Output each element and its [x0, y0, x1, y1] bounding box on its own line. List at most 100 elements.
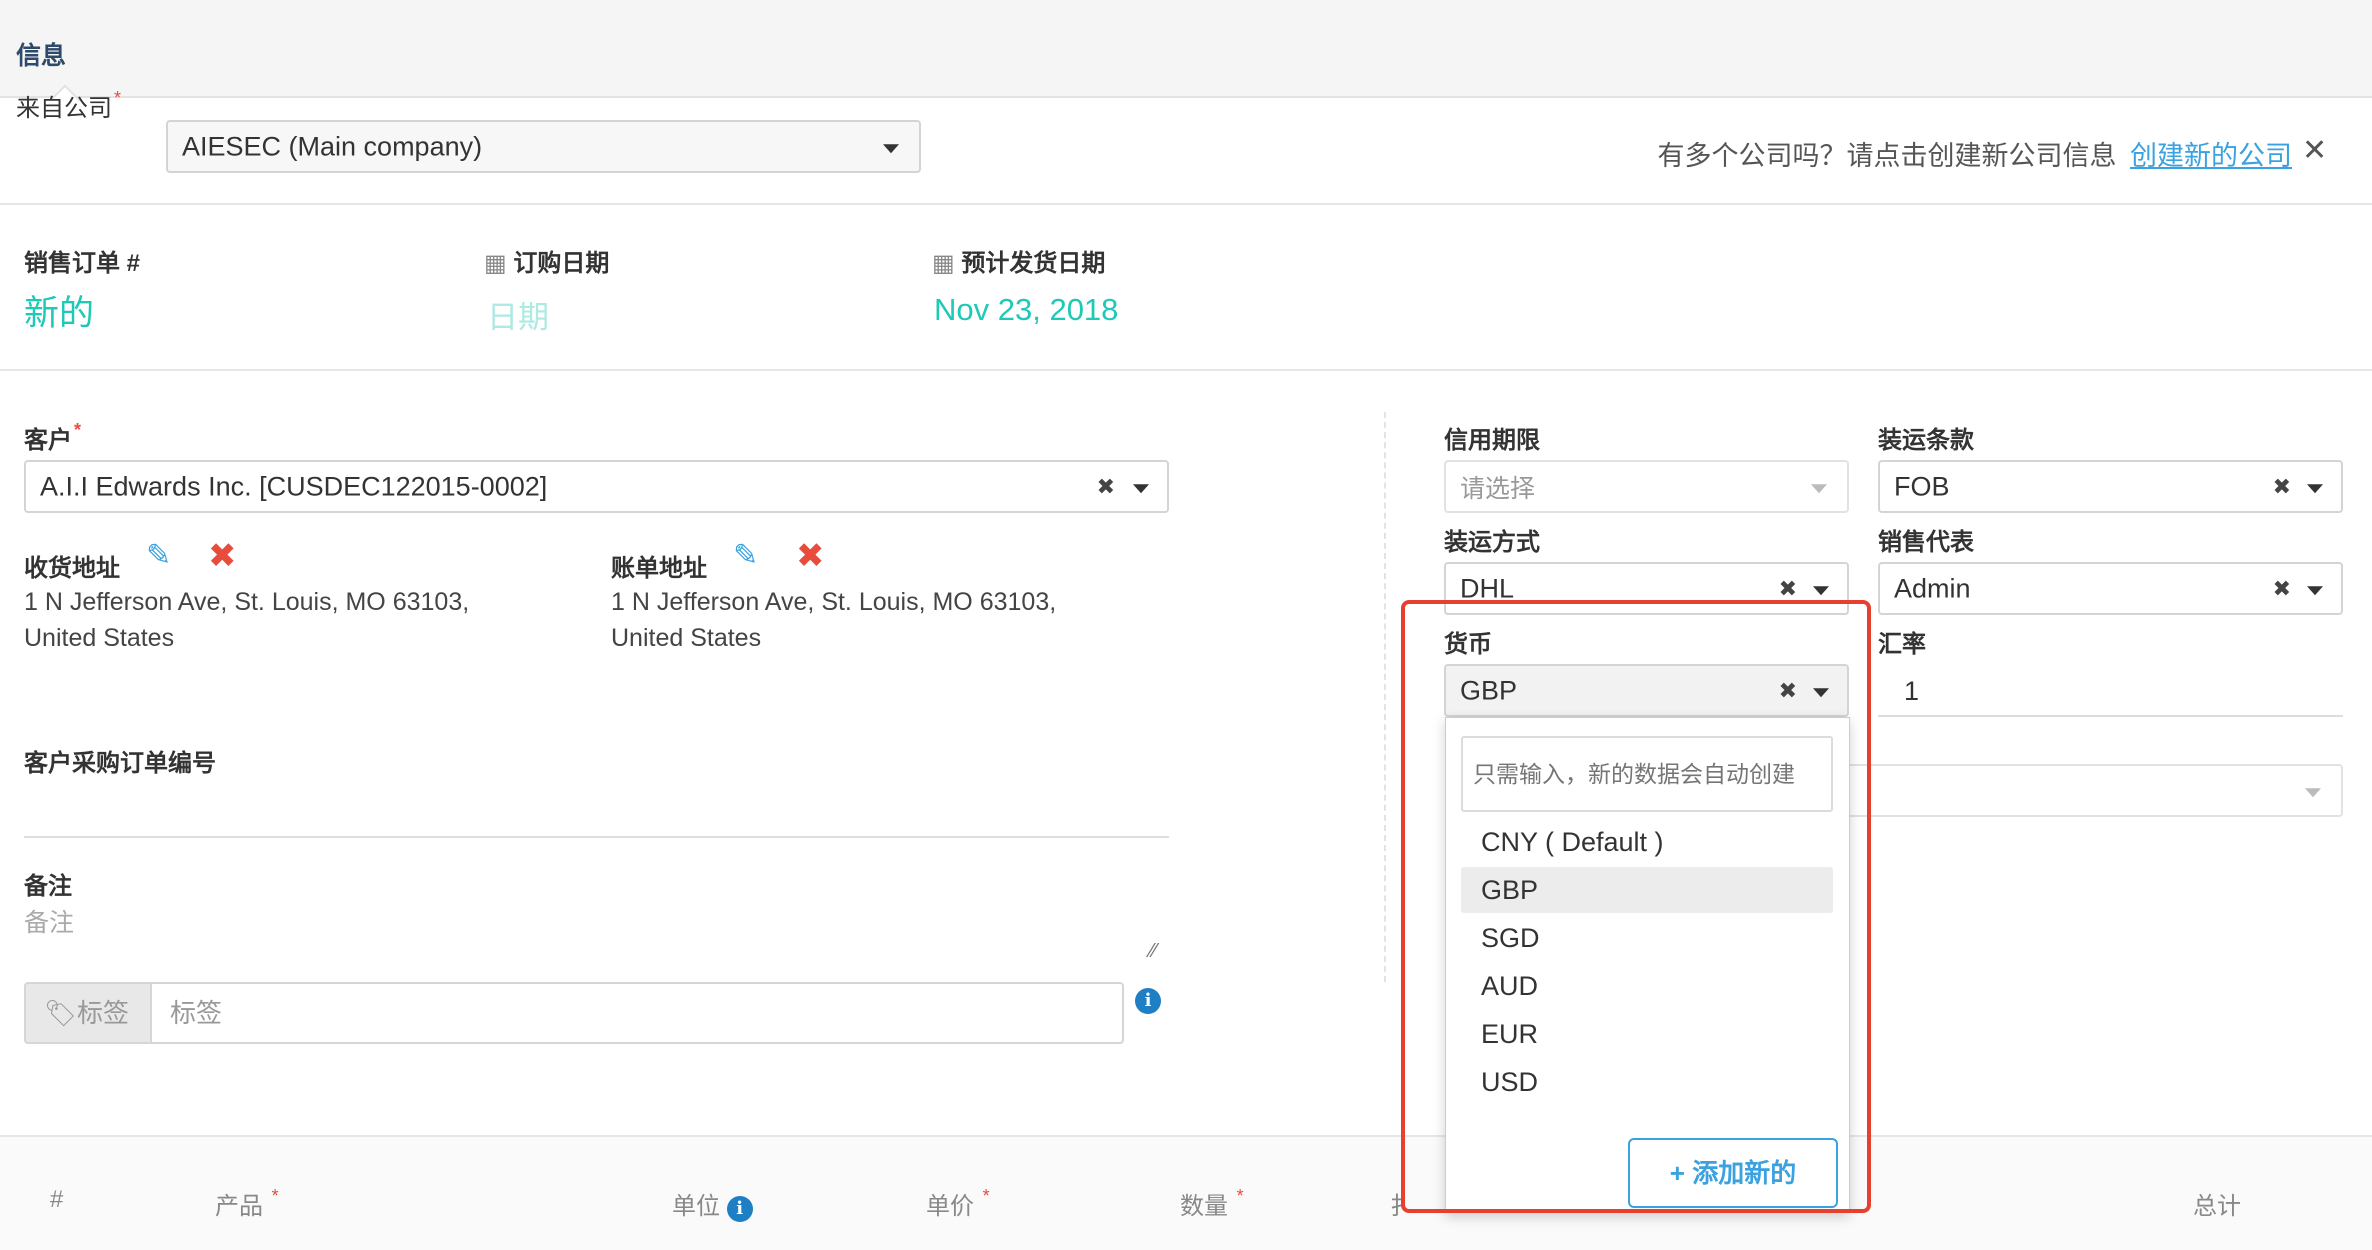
col-hash: # [50, 1186, 64, 1213]
required-mark: * [271, 1186, 279, 1206]
so-value: 新的 [24, 294, 95, 333]
ship-terms-select[interactable]: FOB ✖ [1878, 460, 2343, 513]
required-mark: * [1236, 1186, 1244, 1206]
shipping-address-label: 收货地址 [24, 555, 120, 582]
dropdown-search-input[interactable] [1463, 738, 1831, 810]
currency-select[interactable]: GBP ✖ [1444, 664, 1849, 717]
col-unit-text: 单位 [672, 1193, 720, 1220]
rate-label: 汇率 [1878, 631, 1926, 658]
option-aud[interactable]: AUD [1461, 963, 1833, 1009]
info-circle-icon: i [1135, 988, 1161, 1014]
customer-select-value: A.I.I Edwards Inc. [CUSDEC122015-0002] [40, 471, 548, 501]
required-mark: * [114, 88, 122, 108]
chevron-down-icon [883, 143, 899, 153]
column-divider [1384, 412, 1386, 982]
customer-select[interactable]: A.I.I Edwards Inc. [CUSDEC122015-0002] ✖ [24, 460, 1169, 513]
credit-select-placeholder: 请选择 [1460, 474, 1536, 503]
clear-icon[interactable]: ✖ [1779, 576, 1797, 602]
col-price: 单价 * [926, 1186, 990, 1221]
col-unit: 单位 i [672, 1186, 753, 1222]
ship-method-select[interactable]: DHL ✖ [1444, 562, 1849, 615]
chevron-down-icon [2307, 585, 2323, 595]
col-product-text: 产品 [215, 1193, 263, 1220]
additional-select[interactable] [1840, 764, 2343, 817]
clear-icon[interactable]: ✖ [2273, 576, 2291, 602]
option-sgd[interactable]: SGD [1461, 915, 1833, 961]
ship-terms-value: FOB [1894, 471, 1950, 501]
resize-handle-icon[interactable]: ⁄⁄ [1150, 940, 1157, 963]
company-hint: 有多个公司吗？请点击创建新公司信息 创建新的公司 [1657, 134, 2292, 173]
tags-addon: 🏷标签 [24, 982, 152, 1044]
order-date-label: ▦ 订购日期 [484, 243, 609, 278]
chevron-down-icon [2305, 787, 2321, 797]
rate-input[interactable]: 1 [1878, 664, 2343, 717]
add-new-button[interactable]: + 添加新的 [1628, 1138, 1838, 1208]
ship-date-input[interactable]: Nov 23, 2018 [934, 292, 1118, 328]
company-select[interactable]: AIESEC (Main company) [166, 120, 921, 173]
sales-rep-select[interactable]: Admin ✖ [1878, 562, 2343, 615]
ship-method-label: 装运方式 [1444, 529, 1540, 556]
edit-pencil-icon[interactable]: ✎ [733, 538, 758, 573]
option-cny[interactable]: CNY ( Default ) [1461, 819, 1833, 865]
col-discount: 扌 [1390, 1193, 1414, 1220]
shipping-address: 1 N Jefferson Ave, St. Louis, MO 63103, … [24, 584, 469, 656]
billing-address-label: 账单地址 [611, 555, 707, 582]
chevron-down-icon [1133, 483, 1149, 493]
col-price-text: 单价 [926, 1193, 974, 1220]
chevron-down-icon [1811, 483, 1827, 493]
company-hint-text: 有多个公司吗？请点击创建新公司信息 [1657, 141, 2117, 171]
dropdown-search[interactable] [1461, 736, 1833, 812]
company-label: 来自公司 * [16, 88, 121, 123]
order-date-label-text: 订购日期 [513, 250, 610, 277]
currency-value: GBP [1460, 675, 1518, 705]
credit-select[interactable]: 请选择 [1444, 460, 1849, 513]
customer-label: 客户 * [24, 420, 81, 455]
ship-date-label: ▦ 预计发货日期 [932, 243, 1105, 278]
top-tab-bar [0, 0, 2372, 98]
close-icon[interactable]: ✕ [2302, 133, 2327, 168]
tag-icon: 🏷 [44, 998, 78, 1028]
shipping-address-line1: 1 N Jefferson Ave, St. Louis, MO 63103, [24, 588, 470, 616]
required-mark: * [74, 420, 82, 440]
chevron-down-icon [1813, 585, 1829, 595]
option-usd[interactable]: USD [1461, 1059, 1833, 1105]
required-mark: * [982, 1186, 990, 1206]
clear-icon[interactable]: ✖ [1779, 678, 1797, 704]
shipping-address-line2: United States [24, 624, 175, 652]
ship-terms-label: 装运条款 [1878, 427, 1974, 454]
ship-method-value: DHL [1460, 573, 1515, 603]
tags-input[interactable]: 标签 [150, 982, 1124, 1044]
sales-rep-value: Admin [1894, 573, 1971, 603]
notes-textarea[interactable]: 备注 [24, 903, 74, 939]
chevron-down-icon [2307, 483, 2323, 493]
po-input[interactable] [24, 780, 1169, 838]
chevron-down-icon [1813, 687, 1829, 697]
company-select-value: AIESEC (Main company) [182, 131, 483, 161]
edit-pencil-icon[interactable]: ✎ [146, 538, 171, 573]
option-gbp[interactable]: GBP [1461, 867, 1833, 913]
tab-info[interactable]: 信息 [16, 36, 66, 72]
billing-address-line1: 1 N Jefferson Ave, St. Louis, MO 63103, [611, 588, 1057, 616]
divider [0, 203, 2372, 205]
customer-label-text: 客户 [24, 427, 72, 454]
col-qty: 数量 * [1180, 1186, 1244, 1221]
calendar-icon: ▦ [484, 250, 507, 277]
create-company-link[interactable]: 创建新的公司 [2130, 141, 2292, 171]
delete-icon[interactable]: ✖ [796, 536, 825, 576]
clear-icon[interactable]: ✖ [1097, 474, 1115, 500]
option-eur[interactable]: EUR [1461, 1011, 1833, 1057]
billing-address: 1 N Jefferson Ave, St. Louis, MO 63103, … [611, 584, 1056, 656]
col-qty-text: 数量 [1180, 1193, 1228, 1220]
ship-date-label-text: 预计发货日期 [961, 250, 1106, 277]
so-label: 销售订单 # [24, 250, 141, 277]
col-product: 产品 * [215, 1186, 279, 1221]
credit-label: 信用期限 [1444, 427, 1540, 454]
sales-rep-label: 销售代表 [1878, 529, 1974, 556]
clear-icon[interactable]: ✖ [2273, 474, 2291, 500]
currency-dropdown: CNY ( Default ) GBP SGD AUD EUR USD + 添加… [1445, 717, 1850, 1213]
order-date-input[interactable]: 日期 [487, 292, 549, 337]
info-icon[interactable]: i [1135, 988, 1161, 1014]
delete-icon[interactable]: ✖ [208, 536, 237, 576]
notes-label: 备注 [24, 873, 72, 900]
info-icon[interactable]: i [726, 1196, 753, 1222]
